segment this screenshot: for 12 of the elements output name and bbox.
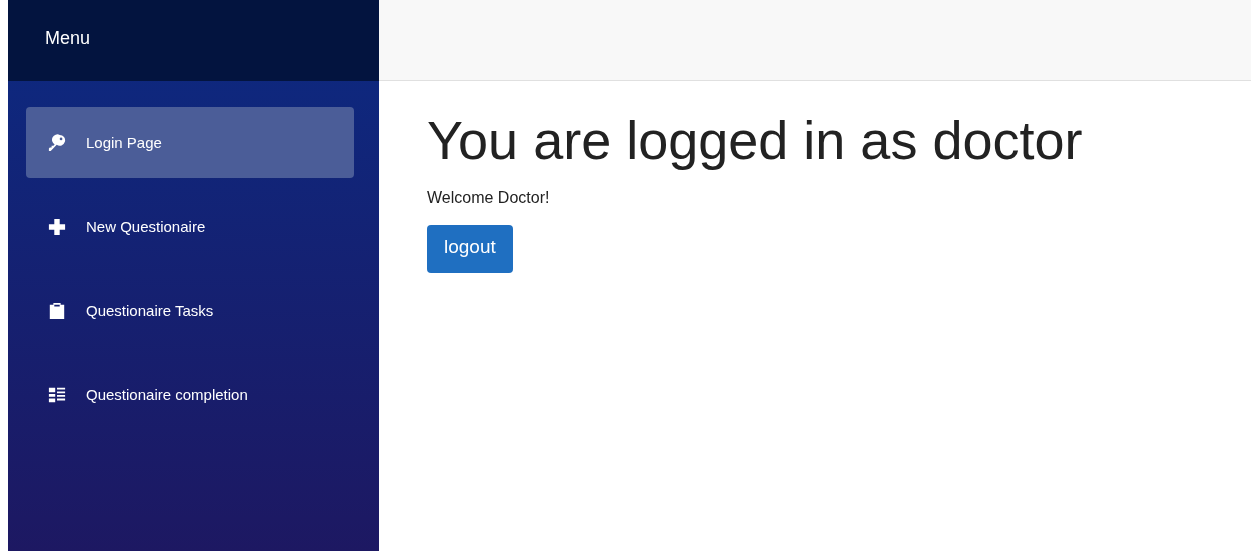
welcome-text: Welcome Doctor!	[427, 189, 551, 207]
key-icon	[48, 133, 66, 152]
logout-button[interactable]: logout	[427, 225, 513, 273]
menu-item[interactable]: Login Page	[26, 107, 354, 178]
plus-icon	[48, 217, 66, 236]
menu-title: Menu	[45, 28, 91, 49]
list-icon	[48, 385, 66, 404]
menu-item[interactable]: Questionaire Tasks	[26, 275, 354, 346]
menu-item[interactable]: New Questionaire	[26, 191, 354, 262]
clipboard-icon	[48, 301, 66, 320]
menu-item[interactable]: Questionaire completion	[26, 359, 354, 430]
page-heading: You are logged in as doctor	[427, 109, 1084, 171]
